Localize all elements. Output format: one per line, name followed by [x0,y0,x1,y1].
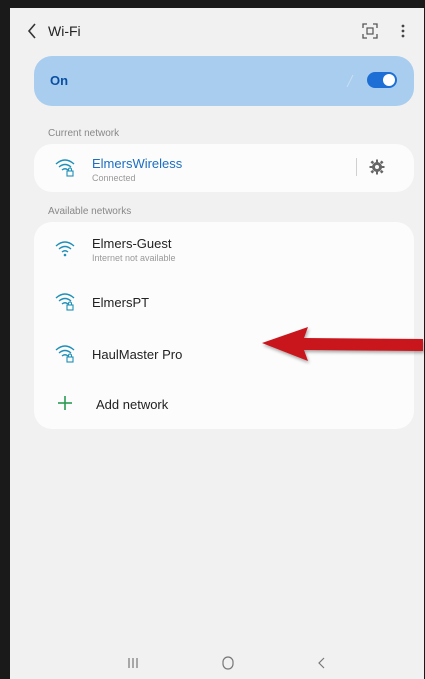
home-icon[interactable] [218,654,238,672]
back-button[interactable] [24,21,40,41]
wifi-secured-icon [55,293,75,311]
wifi-toggle-switch[interactable] [367,72,397,88]
plus-icon [58,396,72,410]
wifi-secured-icon [55,159,75,177]
top-app-bar: Wi-Fi [10,8,424,54]
page-title: Wi-Fi [48,23,81,39]
available-networks-header: Available networks [48,206,132,217]
add-network-row[interactable]: Add network [34,380,414,426]
network-name: HaulMaster Pro [92,347,183,362]
network-name: Elmers-Guest [92,236,172,251]
recent-apps-icon[interactable] [123,654,143,672]
network-row-elmerspt[interactable]: ElmersPT [34,278,414,324]
more-vertical-icon[interactable] [398,22,408,40]
network-status: Internet not available [92,253,176,263]
network-row-elmers-guest[interactable]: Elmers-Guest Internet not available [34,226,414,272]
network-name: ElmersPT [92,295,150,310]
current-network-card: ElmersWireless Connected [34,144,414,192]
divider [346,74,354,88]
toggle-knob [383,74,395,86]
chevron-left-icon [27,23,36,39]
back-icon[interactable] [312,654,332,672]
connected-network-row[interactable]: ElmersWireless Connected [34,144,414,190]
system-nav-bar [10,648,424,679]
add-network-label: Add network [96,397,169,412]
current-network-header: Current network [48,128,120,139]
annotation-arrow-icon [262,327,423,361]
wifi-master-switch-card[interactable]: On [34,56,414,106]
wifi-state-label: On [50,73,69,88]
gear-icon[interactable] [368,158,386,176]
divider [356,158,357,176]
connected-network-name: ElmersWireless [92,156,183,171]
wifi-open-icon [55,241,75,257]
wifi-secured-icon [55,345,75,363]
connected-status: Connected [92,173,136,183]
qr-scan-icon[interactable] [361,22,379,40]
